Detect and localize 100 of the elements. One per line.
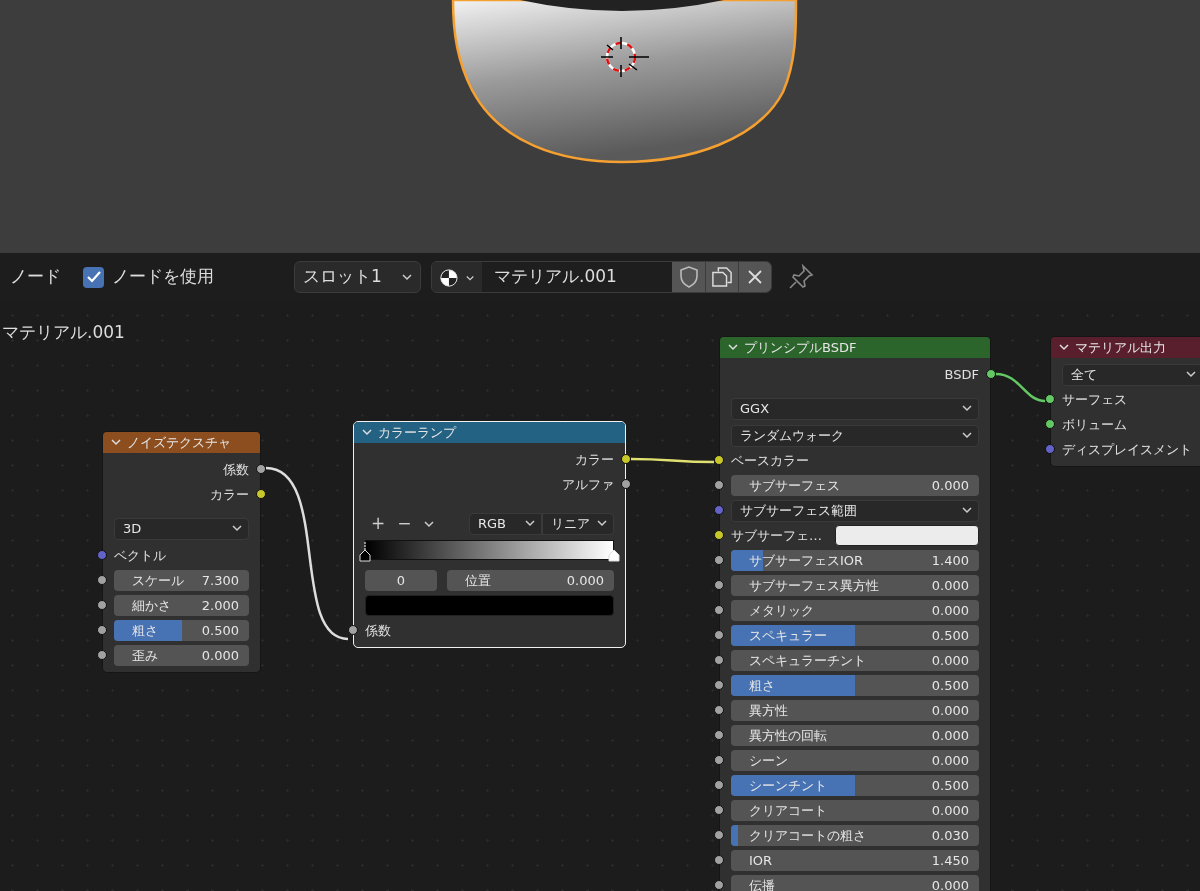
socket[interactable] xyxy=(97,600,107,610)
socket[interactable] xyxy=(621,454,631,464)
value-slider[interactable]: スペキュラーチント 0.000 xyxy=(731,650,979,671)
socket[interactable] xyxy=(97,650,107,660)
value-slider[interactable]: 伝播 0.000 xyxy=(731,875,979,891)
socket[interactable] xyxy=(714,855,724,865)
collapse-caret-icon[interactable] xyxy=(728,344,738,351)
value-slider[interactable]: サブサーフェスIOR 1.400 xyxy=(731,550,979,571)
number-field[interactable]: 細かさ 2.000 xyxy=(114,595,249,616)
socket[interactable] xyxy=(256,489,266,499)
breadcrumb-label: マテリアル.001 xyxy=(2,321,125,344)
node-header[interactable]: ノイズテクスチャ xyxy=(103,432,260,453)
pin-button[interactable] xyxy=(788,264,814,290)
subsurface-method-dropdown[interactable]: サブサーフェス範囲 xyxy=(731,499,979,522)
socket-label: サブサーフェ… xyxy=(731,526,822,545)
value-slider[interactable]: メタリック 0.000 xyxy=(731,600,979,621)
caret-icon xyxy=(597,520,607,527)
socket-label: ベクトル xyxy=(114,546,166,565)
caret-icon xyxy=(524,520,535,527)
caret-icon xyxy=(962,405,972,412)
socket[interactable] xyxy=(714,805,724,815)
socket[interactable] xyxy=(256,464,266,474)
caret-icon xyxy=(1186,371,1196,378)
stop-position-field[interactable]: 位置 0.000 xyxy=(447,570,614,591)
node-title: ノイズテクスチャ xyxy=(127,433,231,452)
node-header[interactable]: カラーランプ xyxy=(354,422,625,443)
color-swatch[interactable] xyxy=(835,525,979,546)
socket[interactable] xyxy=(714,480,724,490)
value-slider[interactable]: 異方性の回転 0.000 xyxy=(731,725,979,746)
socket[interactable] xyxy=(97,625,107,635)
socket[interactable] xyxy=(348,625,358,635)
socket-label: カラー xyxy=(210,485,249,504)
socket[interactable] xyxy=(714,630,724,640)
remove-stop-button[interactable]: − xyxy=(391,515,418,532)
value-slider[interactable]: 異方性 0.000 xyxy=(731,700,979,721)
stop-index-field[interactable]: 0 xyxy=(365,570,437,591)
value-slider[interactable]: 粗さ 0.500 xyxy=(731,675,979,696)
socket[interactable] xyxy=(714,780,724,790)
color-stop-handle[interactable] xyxy=(608,550,620,562)
gradient-bar[interactable] xyxy=(365,540,614,560)
collapse-caret-icon[interactable] xyxy=(362,429,372,436)
socket[interactable] xyxy=(714,655,724,665)
add-stop-button[interactable]: + xyxy=(365,515,392,532)
socket[interactable] xyxy=(986,369,996,379)
socket[interactable] xyxy=(714,705,724,715)
chevron-icon xyxy=(423,520,434,528)
value-slider[interactable]: サブサーフェス 0.000 xyxy=(731,475,979,496)
socket-label: アルファ xyxy=(562,475,614,494)
node-header[interactable]: プリンシプルBSDF xyxy=(720,337,990,358)
socket-label: 係数 xyxy=(223,460,249,479)
collapse-caret-icon[interactable] xyxy=(1059,344,1069,351)
socket[interactable] xyxy=(714,605,724,615)
socket-label: 係数 xyxy=(365,621,391,640)
caret-icon xyxy=(962,432,972,439)
color-mode-dropdown[interactable]: RGB xyxy=(469,512,542,535)
socket-label: BSDF xyxy=(944,365,979,384)
mode-dropdown[interactable]: 3D xyxy=(114,517,249,540)
node-header[interactable]: マテリアル出力 xyxy=(1051,337,1200,358)
collapse-caret-icon[interactable] xyxy=(111,439,121,446)
mode-dropdown[interactable]: GGX xyxy=(731,397,979,420)
socket-label: サーフェス xyxy=(1062,390,1127,409)
mode-dropdown[interactable]: 全て xyxy=(1062,363,1200,386)
socket-label: ベースカラー xyxy=(731,451,809,470)
value-slider[interactable]: スペキュラー 0.500 xyxy=(731,625,979,646)
socket[interactable] xyxy=(714,880,724,890)
editor-label: ノード xyxy=(10,265,61,289)
socket[interactable] xyxy=(97,575,107,585)
socket[interactable] xyxy=(714,680,724,690)
caret-icon xyxy=(962,507,972,514)
number-field[interactable]: IOR 1.450 xyxy=(731,850,979,871)
value-slider[interactable]: 粗さ 0.500 xyxy=(114,620,249,641)
socket[interactable] xyxy=(714,530,724,540)
use-nodes-label[interactable]: ノードを使用 xyxy=(112,264,214,290)
socket-label: ディスプレイスメント xyxy=(1062,440,1192,459)
use-nodes-checkbox[interactable] xyxy=(83,266,104,288)
value-slider[interactable]: シーンチント 0.500 xyxy=(731,775,979,796)
socket[interactable] xyxy=(714,730,724,740)
value-slider[interactable]: クリアコートの粗さ 0.030 xyxy=(731,825,979,846)
socket[interactable] xyxy=(714,755,724,765)
color-swatch[interactable] xyxy=(365,595,614,616)
value-slider[interactable]: サブサーフェス異方性 0.000 xyxy=(731,575,979,596)
socket-label: カラー xyxy=(575,450,614,469)
socket[interactable] xyxy=(714,555,724,565)
socket[interactable] xyxy=(1045,394,1055,404)
node-title: カラーランプ xyxy=(378,423,456,442)
socket[interactable] xyxy=(714,455,724,465)
color-stop-handle[interactable] xyxy=(359,542,371,562)
mode-dropdown[interactable]: ランダムウォーク xyxy=(731,424,979,447)
socket[interactable] xyxy=(714,830,724,840)
socket[interactable] xyxy=(621,479,631,489)
number-field[interactable]: 歪み 0.000 xyxy=(114,645,249,666)
number-field[interactable]: スケール 7.300 xyxy=(114,570,249,591)
socket[interactable] xyxy=(714,580,724,590)
value-slider[interactable]: シーン 0.000 xyxy=(731,750,979,771)
value-slider[interactable]: クリアコート 0.000 xyxy=(731,800,979,821)
node-title: プリンシプルBSDF xyxy=(744,338,857,357)
slot-dropdown[interactable]: スロット1 xyxy=(294,261,421,293)
caret-icon xyxy=(402,273,412,281)
socket[interactable] xyxy=(1045,419,1055,429)
pin-icon xyxy=(788,264,814,290)
